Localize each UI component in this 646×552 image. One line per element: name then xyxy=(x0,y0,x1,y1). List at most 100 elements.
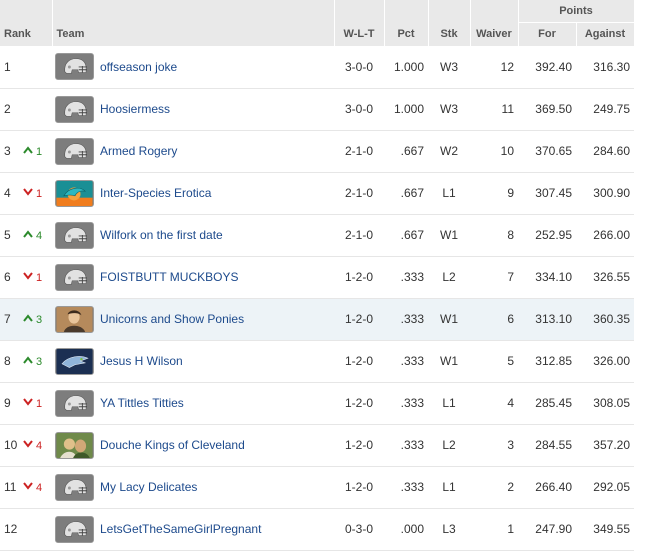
points-against-cell: 316.30 xyxy=(593,59,630,74)
waiver-cell: 1 xyxy=(507,522,514,536)
team-cell: Wilfork on the first date xyxy=(52,214,334,256)
points-for-cell: 334.10 xyxy=(535,270,572,284)
points-for-cell: 247.90 xyxy=(535,522,572,536)
rank-cell: 41 xyxy=(0,172,52,214)
table-row[interactable]: 8 3 Jesus H Wilson 1-2-0.333 W1 5 312.85 326.00 xyxy=(0,340,634,382)
rank-change-amount: 1 xyxy=(36,397,43,410)
table-row[interactable]: 1 offseason joke 3-0-0 1.000 W3 12 392.40 316.3… xyxy=(0,46,634,88)
waiver-cell: 5 xyxy=(507,354,514,368)
rank-change-amount: 4 xyxy=(36,229,43,242)
points-for-cell: 370.65 xyxy=(535,144,572,158)
team-name-link[interactable]: Hoosiermess xyxy=(100,102,170,116)
streak-header[interactable]: Stk xyxy=(428,0,471,46)
team-cell: FOISTBUTT MUCKBOYS xyxy=(52,256,334,298)
team-name-link[interactable]: YA Tittles Titties xyxy=(100,396,184,410)
streak-cell: W2 xyxy=(440,144,458,158)
team-name-link[interactable]: Inter-Species Erotica xyxy=(100,186,211,200)
wlt-cell: 3-0-0 xyxy=(344,59,373,74)
table-row[interactable]: 3 1 Armed Rogery 2-1-0.667 W2 10 370.65 284.60 xyxy=(0,130,634,172)
team-name-link[interactable]: Douche Kings of Cleveland xyxy=(100,438,245,452)
pct-cell: .667 xyxy=(400,228,424,242)
team-name-link[interactable]: Armed Rogery xyxy=(100,144,177,158)
table-row[interactable]: 6 1 FOISTBUTT MUCKBOYS 1-2-0.333 L2 7 334.10 32… xyxy=(0,256,634,298)
team-cell: Unicorns and Show Ponies xyxy=(52,298,334,340)
table-row[interactable]: 9 1 YA Tittles Titties 1-2-0.333 L1 4 285.45 30… xyxy=(0,382,634,424)
rank-number: 1 xyxy=(4,59,11,74)
points-against-cell: 284.60 xyxy=(593,144,630,158)
team-cell: Armed Rogery xyxy=(52,130,334,172)
default-helmet-icon[interactable] xyxy=(55,389,94,417)
points-against-cell: 249.75 xyxy=(593,102,630,116)
table-row[interactable]: 10 4 Douche Kings of Cleveland 1-2-0 .333 L2 3… xyxy=(0,424,634,466)
rank-number: 7 xyxy=(4,312,11,326)
streak-cell: W3 xyxy=(440,59,458,74)
rank-change-amount: 4 xyxy=(36,439,43,452)
default-helmet-icon[interactable] xyxy=(55,53,94,81)
team-name-link[interactable]: Jesus H Wilson xyxy=(100,354,183,368)
team-name-link[interactable]: LetsGetTheSameGirlPregnant xyxy=(100,522,261,536)
waiver-cell: 8 xyxy=(507,228,514,242)
rank-header[interactable]: Rank xyxy=(0,0,53,46)
photo-avatar-icon-2[interactable] xyxy=(55,431,94,459)
wlt-cell: 2-1-0 xyxy=(344,144,373,158)
points-for-header[interactable]: For xyxy=(518,22,577,46)
table-row[interactable]: 12 LetsGetTheSameGirlPregnant 0-3-0 .000 L3 1… xyxy=(0,508,634,550)
team-name-link[interactable]: My Lacy Delicates xyxy=(100,480,197,494)
default-helmet-icon[interactable] xyxy=(55,137,94,165)
pct-header[interactable]: Pct xyxy=(384,0,429,46)
wlt-cell: 3-0-0 xyxy=(344,102,373,116)
rank-cell: 61 xyxy=(0,256,52,298)
team-name-link[interactable]: FOISTBUTT MUCKBOYS xyxy=(100,270,238,284)
rank-change-down: 1 xyxy=(22,397,42,410)
arrow-up-icon xyxy=(22,229,36,242)
points-against-cell: 308.05 xyxy=(593,396,630,410)
points-for-cell: 284.55 xyxy=(535,438,572,452)
rank-number: 11 xyxy=(4,480,17,494)
team-cell: Hoosiermess xyxy=(52,88,334,130)
streak-cell: L2 xyxy=(442,270,456,284)
team-name-link[interactable]: Wilfork on the first date xyxy=(100,228,223,242)
rank-cell: 1 xyxy=(0,46,52,88)
arrow-down-icon xyxy=(22,481,36,494)
default-helmet-icon[interactable] xyxy=(55,515,94,543)
table-row[interactable]: 11 4 My Lacy Delicates 1-2-0 .333 L1 2 266.40 29… xyxy=(0,466,634,508)
team-header[interactable]: Team xyxy=(52,0,335,46)
waiver-cell: 4 xyxy=(507,396,514,410)
default-helmet-icon[interactable] xyxy=(55,263,94,291)
rank-change-up: 3 xyxy=(22,355,42,368)
wlt-header[interactable]: W-L-T xyxy=(334,0,385,46)
points-against-header[interactable]: Against xyxy=(576,22,635,46)
team-cell: Inter-Species Erotica xyxy=(52,172,334,214)
default-helmet-icon[interactable] xyxy=(55,473,94,501)
default-helmet-icon[interactable] xyxy=(55,221,94,249)
seahawks-logo-icon[interactable] xyxy=(55,347,94,375)
table-row[interactable]: 2 Hoosiermess 3-0-0 1.000 W3 11 369.50 249.75 xyxy=(0,88,634,130)
wlt-cell: 1-2-0 xyxy=(344,396,373,410)
default-helmet-icon[interactable] xyxy=(55,95,94,123)
rank-cell: 2 xyxy=(0,88,52,130)
dolphins-logo-icon[interactable] xyxy=(55,179,94,207)
table-row[interactable]: 4 1 Inter-Species Erotica 2-1-0.667 L1 9 307.4… xyxy=(0,172,634,214)
arrow-down-icon xyxy=(22,397,36,410)
arrow-up-icon xyxy=(22,313,36,326)
arrow-up-icon xyxy=(22,145,36,158)
photo-avatar-icon[interactable] xyxy=(55,305,94,333)
points-against-cell: 266.00 xyxy=(593,228,630,242)
rank-change-down: 1 xyxy=(22,187,42,200)
table-row[interactable]: 5 4 Wilfork on the first date 2-1-0.667 W1 8 2… xyxy=(0,214,634,256)
waiver-header[interactable]: Waiver xyxy=(470,0,519,46)
rank-number: 4 xyxy=(4,186,11,200)
wlt-cell: 0-3-0 xyxy=(344,522,373,536)
rank-cell: 31 xyxy=(0,130,52,172)
waiver-cell: 2 xyxy=(507,480,514,494)
team-cell: Jesus H Wilson xyxy=(52,340,334,382)
table-row[interactable]: 7 3 Unicorns and Show Ponies 1-2-0.333 W1 6 31… xyxy=(0,298,634,340)
team-name-link[interactable]: Unicorns and Show Ponies xyxy=(100,312,244,326)
team-name-link[interactable]: offseason joke xyxy=(100,60,177,74)
points-for-cell: 312.85 xyxy=(535,354,572,368)
rank-change-amount: 1 xyxy=(36,271,43,284)
points-for-cell: 392.40 xyxy=(535,59,572,74)
streak-cell: L1 xyxy=(442,396,456,410)
rank-change-amount: 3 xyxy=(36,313,43,326)
rank-cell: 54 xyxy=(0,214,52,256)
